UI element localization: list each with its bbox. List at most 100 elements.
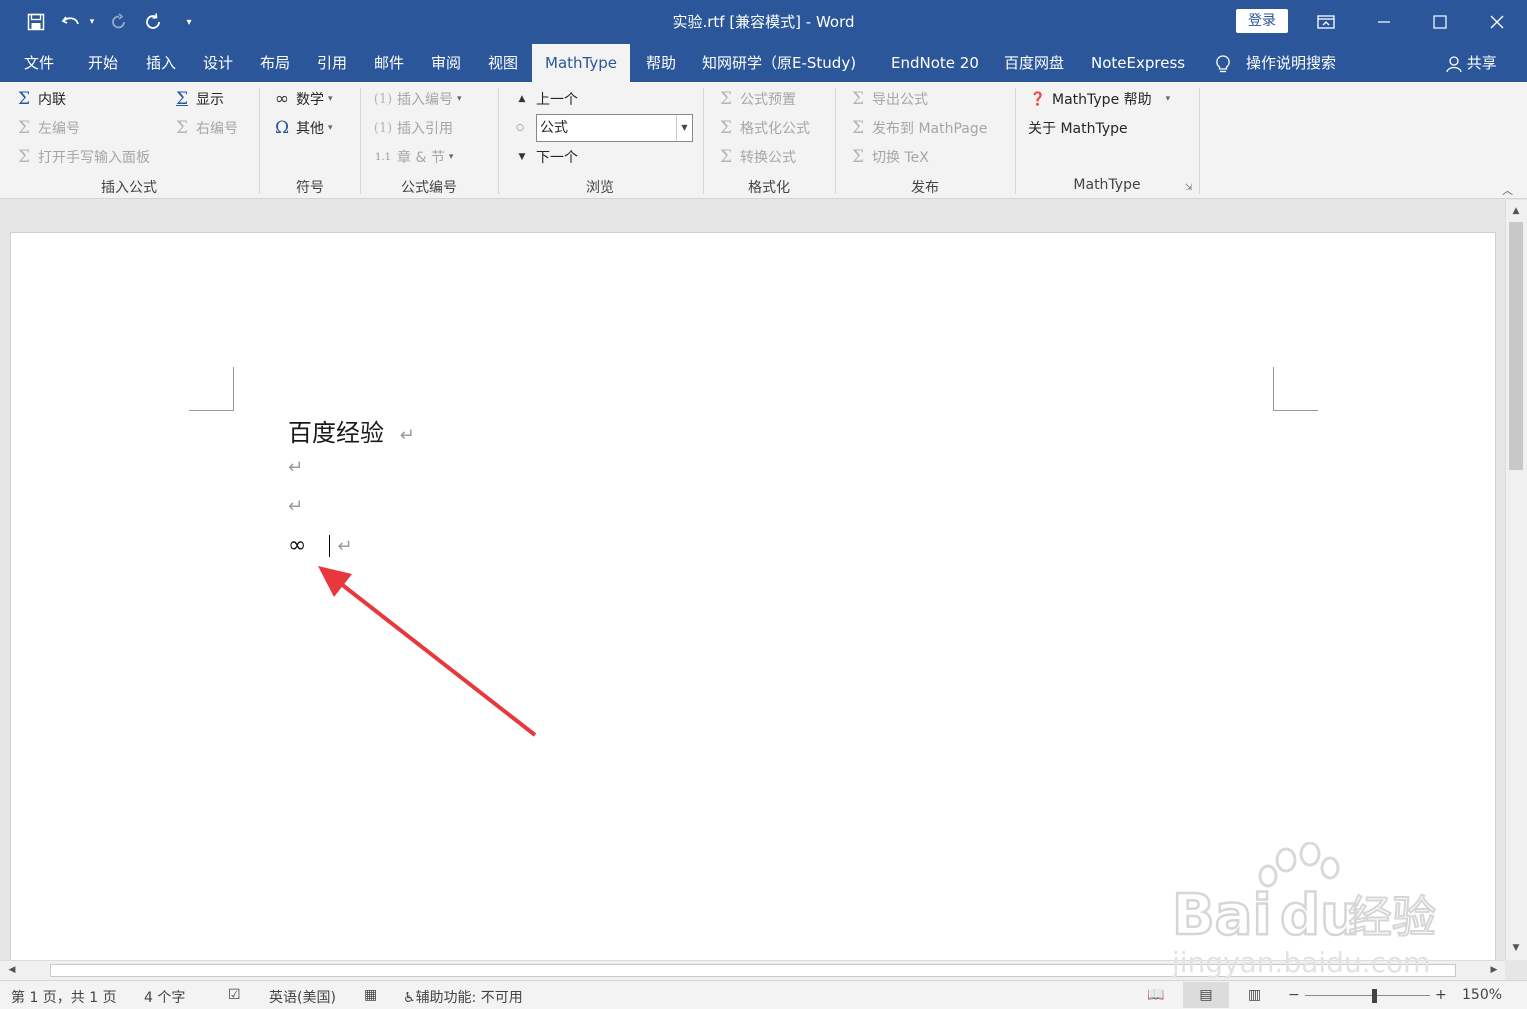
tab-noteexpress[interactable]: NoteExpress xyxy=(1091,44,1185,82)
display-label: 显示 xyxy=(196,92,224,108)
web-layout-icon[interactable]: ▥ xyxy=(1248,987,1261,1003)
format-equations-button[interactable]: Σ 格式化公式 xyxy=(716,116,810,140)
convert-label: 转换公式 xyxy=(740,150,796,166)
vertical-scrollbar[interactable]: ▲ ▼ xyxy=(1505,200,1527,960)
math-symbols-button[interactable]: ∞ 数学 ▾ xyxy=(272,87,333,111)
customize-quick-access-icon[interactable]: ▾ xyxy=(180,0,198,44)
zoom-out-icon[interactable]: − xyxy=(1288,987,1300,1003)
convert-equations-button[interactable]: Σ 转换公式 xyxy=(716,145,796,169)
export-equations-button[interactable]: Σ 导出公式 xyxy=(848,87,928,111)
browse-type-select[interactable]: 公式 ▼ xyxy=(536,114,693,142)
circle-icon: ○ xyxy=(516,123,524,133)
tab-file[interactable]: 文件 xyxy=(24,44,54,82)
redo-icon[interactable] xyxy=(106,0,132,44)
tab-layout[interactable]: 布局 xyxy=(260,44,290,82)
handwriting-panel-button[interactable]: Σ 打开手写输入面板 xyxy=(14,145,150,169)
previous-label: 上一个 xyxy=(536,92,578,108)
zoom-level[interactable]: 150% xyxy=(1462,987,1502,1003)
group-title-publish: 发布 xyxy=(911,180,939,196)
tab-help[interactable]: 帮助 xyxy=(646,44,676,82)
share-button[interactable]: 共享 xyxy=(1446,44,1497,82)
print-layout-icon[interactable]: ▤ xyxy=(1183,982,1229,1008)
sigma-tex-icon: Σ xyxy=(851,147,865,167)
tab-design[interactable]: 设计 xyxy=(203,44,233,82)
close-icon[interactable] xyxy=(1469,0,1525,44)
tell-me-search[interactable]: 操作说明搜索 xyxy=(1246,44,1336,82)
display-button[interactable]: Σ 显示 xyxy=(172,87,224,111)
about-mathtype-label: 关于 MathType xyxy=(1028,121,1128,137)
hscroll-thumb[interactable] xyxy=(50,964,1456,977)
refresh-icon[interactable] xyxy=(140,0,166,44)
about-mathtype-button[interactable]: 关于 MathType xyxy=(1028,116,1128,140)
tab-references[interactable]: 引用 xyxy=(317,44,347,82)
equation-presets-button[interactable]: Σ 公式预置 xyxy=(716,87,796,111)
separator xyxy=(1199,88,1200,194)
chevron-down-icon: ▾ xyxy=(457,94,462,104)
insert-number-button[interactable]: (1) 插入编号 ▾ xyxy=(373,87,462,111)
undo-icon[interactable] xyxy=(58,0,84,44)
accessibility-status[interactable]: ♿辅助功能: 不可用 xyxy=(403,987,523,1007)
sigma-icon: Σ xyxy=(17,89,31,109)
publish-mathpage-button[interactable]: Σ 发布到 MathPage xyxy=(848,116,987,140)
left-number-button[interactable]: Σ 左编号 xyxy=(14,116,80,140)
chapter-section-button[interactable]: 1.1 章 & 节 ▾ xyxy=(373,145,453,169)
mathpage-label: 发布到 MathPage xyxy=(872,121,988,137)
equation-reference-icon: (1) xyxy=(373,120,393,136)
page-count[interactable]: 第 1 页，共 1 页 xyxy=(11,987,117,1007)
tab-view[interactable]: 视图 xyxy=(488,44,518,82)
sigma-display-icon: Σ xyxy=(175,89,189,109)
horizontal-scrollbar[interactable]: ◀ ▶ xyxy=(0,960,1505,980)
scroll-left-icon[interactable]: ◀ xyxy=(4,962,20,978)
tab-baidu-netdisk[interactable]: 百度网盘 xyxy=(1004,44,1064,82)
word-count[interactable]: 4 个字 xyxy=(144,987,185,1007)
ribbon-display-options-icon[interactable] xyxy=(1298,0,1354,44)
sigma-export-icon: Σ xyxy=(851,89,865,109)
arrow-down-icon: ▼ xyxy=(518,152,526,162)
next-button[interactable]: ▼ 下一个 xyxy=(512,145,578,169)
math-label: 数学 xyxy=(296,92,324,108)
read-mode-icon[interactable]: 📖 xyxy=(1147,987,1164,1003)
scroll-down-icon[interactable]: ▼ xyxy=(1508,940,1524,956)
macro-icon[interactable]: ▦ xyxy=(364,987,377,1003)
chevron-down-icon: ▾ xyxy=(328,123,333,133)
tab-insert[interactable]: 插入 xyxy=(146,44,176,82)
other-symbols-button[interactable]: Ω 其他 ▾ xyxy=(272,116,333,140)
right-number-button[interactable]: Σ 右编号 xyxy=(172,116,238,140)
insert-reference-button[interactable]: (1) 插入引用 xyxy=(373,116,453,140)
tab-mailings[interactable]: 邮件 xyxy=(374,44,404,82)
maximize-icon[interactable] xyxy=(1412,0,1468,44)
language[interactable]: 英语(美国) xyxy=(269,987,336,1007)
minimize-icon[interactable] xyxy=(1356,0,1412,44)
sigma-convert-icon: Σ xyxy=(719,147,733,167)
tab-home[interactable]: 开始 xyxy=(88,44,118,82)
scroll-right-icon[interactable]: ▶ xyxy=(1486,962,1502,978)
status-bar: 第 1 页，共 1 页 4 个字 ☑ 英语(美国) ▦ ♿辅助功能: 不可用 📖… xyxy=(0,980,1527,1009)
collapse-ribbon-icon[interactable]: ︿ xyxy=(1502,182,1513,198)
tab-mathtype[interactable]: MathType xyxy=(532,44,630,82)
login-button[interactable]: 登录 xyxy=(1236,9,1288,33)
lightbulb-icon[interactable] xyxy=(1214,44,1232,82)
zoom-slider-thumb[interactable] xyxy=(1372,989,1377,1003)
dialog-launcher-icon[interactable]: ⇲ xyxy=(1185,183,1193,193)
save-icon[interactable] xyxy=(22,0,50,44)
title-bar: ▾ ▾ 实验.rtf [兼容模式] - Word 登录 xyxy=(0,0,1527,44)
undo-dropdown-icon[interactable]: ▾ xyxy=(86,0,98,44)
scroll-up-icon[interactable]: ▲ xyxy=(1508,203,1524,219)
scroll-thumb[interactable] xyxy=(1509,222,1523,470)
sigma-left-number-icon: Σ xyxy=(17,118,31,138)
inline-button[interactable]: Σ 内联 xyxy=(14,87,66,111)
zoom-slider[interactable] xyxy=(1305,995,1430,996)
tab-review[interactable]: 审阅 xyxy=(431,44,461,82)
previous-button[interactable]: ▲ 上一个 xyxy=(512,87,578,111)
omega-icon: Ω xyxy=(274,118,290,138)
tab-endnote[interactable]: EndNote 20 xyxy=(891,44,979,82)
accessibility-icon: ♿ xyxy=(403,990,416,1006)
zoom-in-icon[interactable]: + xyxy=(1435,987,1447,1003)
toggle-tex-button[interactable]: Σ 切换 TeX xyxy=(848,145,929,169)
chevron-down-icon[interactable]: ▼ xyxy=(676,115,692,141)
help-icon: ❓ xyxy=(1029,91,1047,107)
sigma-right-number-icon: Σ xyxy=(175,118,189,138)
mathtype-help-button[interactable]: ❓ MathType 帮助 ▾ xyxy=(1028,87,1170,111)
tab-cnki[interactable]: 知网研学（原E-Study) xyxy=(702,44,856,82)
proofing-icon[interactable]: ☑ xyxy=(228,987,241,1003)
